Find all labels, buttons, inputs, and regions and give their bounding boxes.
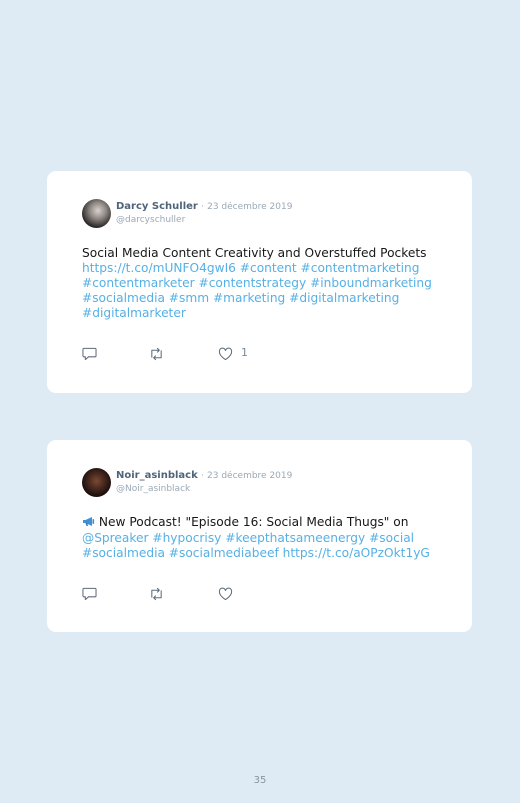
tweet-card: Noir_asinblack · 23 décembre 2019 @Noir_… [47, 440, 472, 632]
avatar[interactable] [82, 468, 111, 497]
tweet-links[interactable]: @Spreaker #hypocrisy #keepthatsameenergy… [82, 531, 430, 560]
separator-dot: · [201, 202, 204, 212]
avatar[interactable] [82, 199, 111, 228]
heart-icon [218, 587, 233, 601]
tweet-date[interactable]: 23 décembre 2019 [207, 471, 292, 481]
tweet-card: Darcy Schuller · 23 décembre 2019 @darcy… [47, 171, 472, 393]
retweet-icon [151, 587, 162, 601]
tweet-header: Darcy Schuller · 23 décembre 2019 @darcy… [116, 200, 292, 227]
like-button[interactable] [218, 587, 241, 601]
reply-button[interactable] [82, 347, 97, 361]
retweet-button[interactable] [149, 347, 164, 361]
tweet-links[interactable]: https://t.co/mUNFO4gwI6 #content #conten… [82, 261, 432, 320]
tweet-body: Social Media Content Creativity and Over… [82, 246, 427, 260]
tweet-header: Noir_asinblack · 23 décembre 2019 @Noir_… [116, 469, 292, 496]
reply-icon [82, 587, 97, 601]
reply-icon [82, 347, 97, 361]
megaphone-icon [82, 516, 95, 531]
retweet-button[interactable] [149, 587, 164, 601]
page-number: 35 [253, 775, 267, 786]
tweet-actions: 1 [82, 345, 282, 363]
tweet-date[interactable]: 23 décembre 2019 [207, 202, 292, 212]
heart-icon [218, 347, 233, 361]
retweet-icon [151, 347, 162, 361]
author-name[interactable]: Darcy Schuller [116, 201, 198, 212]
author-handle[interactable]: @Noir_asinblack [116, 483, 292, 496]
like-count: 1 [241, 345, 248, 359]
tweet-text: Social Media Content Creativity and Over… [82, 246, 442, 321]
like-button[interactable]: 1 [218, 345, 248, 361]
tweet-actions [82, 587, 282, 603]
author-handle[interactable]: @darcyschuller [116, 214, 292, 227]
reply-button[interactable] [82, 587, 97, 601]
author-name[interactable]: Noir_asinblack [116, 470, 198, 481]
separator-dot: · [200, 471, 204, 481]
tweet-body: New Podcast! "Episode 16: Social Media T… [98, 515, 409, 529]
tweet-text: New Podcast! "Episode 16: Social Media T… [82, 515, 442, 561]
